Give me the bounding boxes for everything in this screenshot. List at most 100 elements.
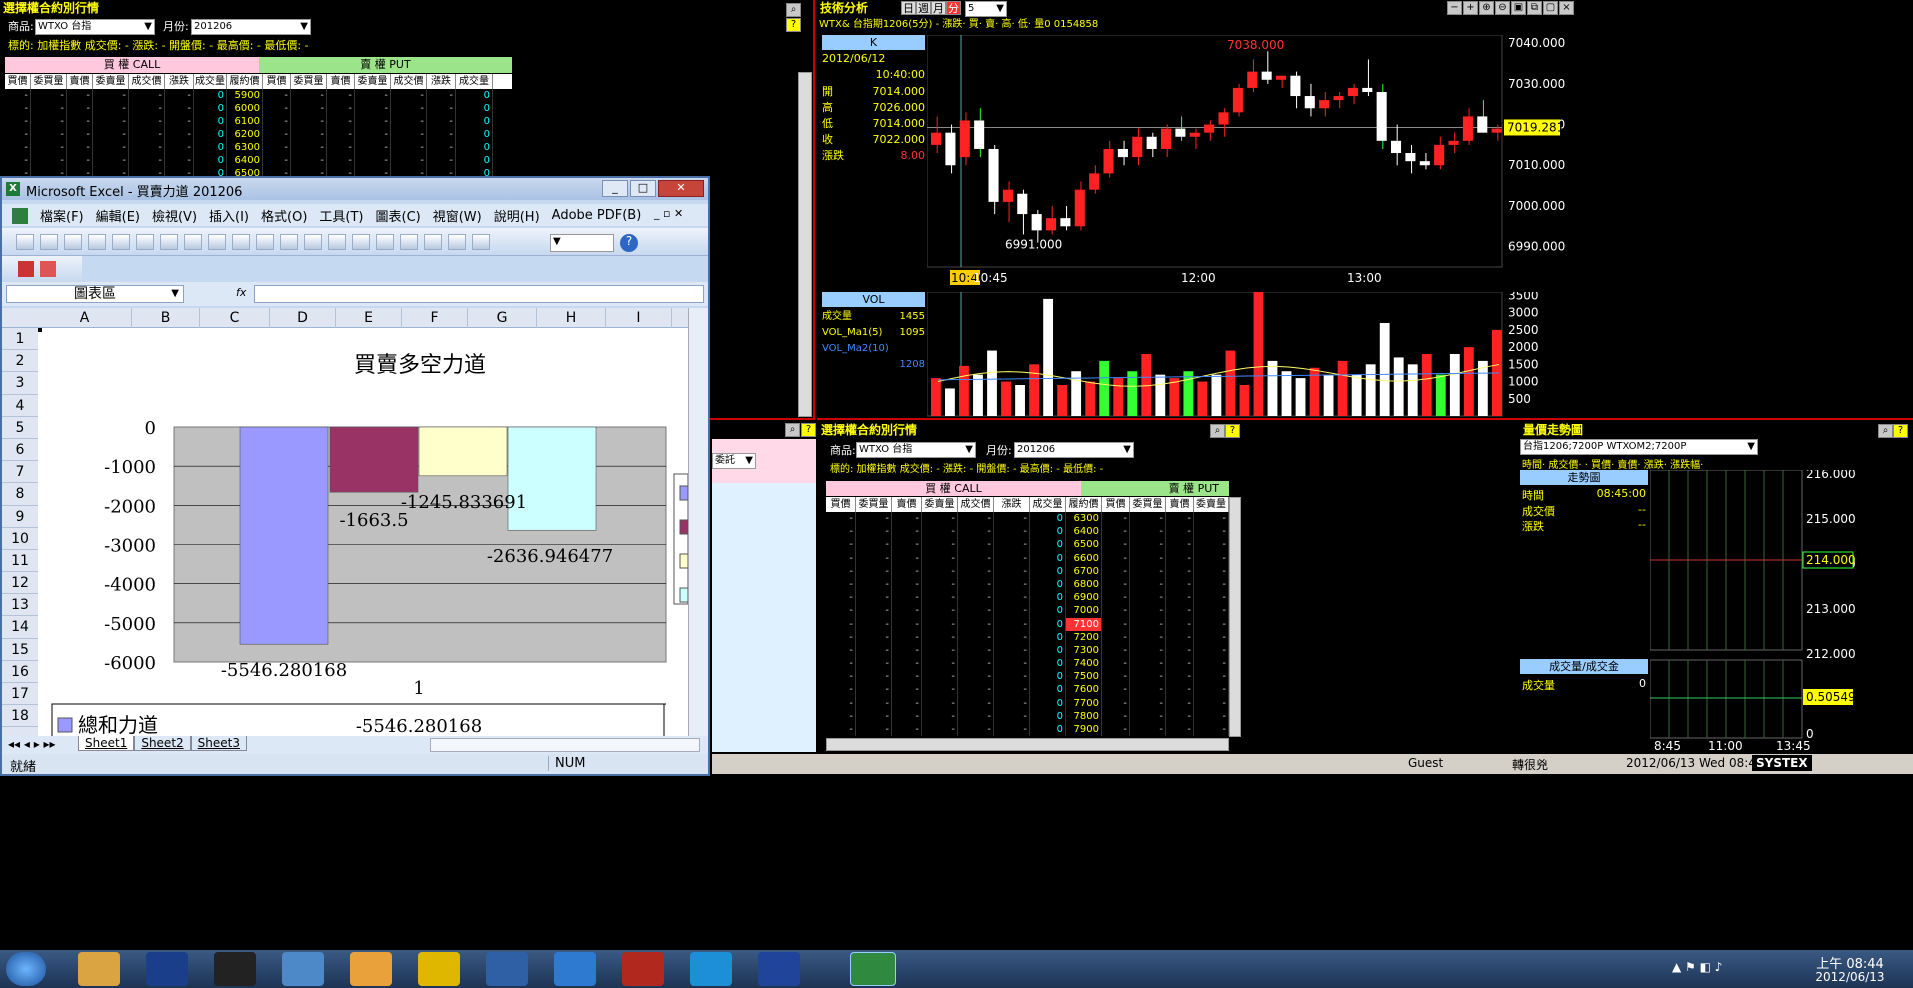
tray-icons[interactable]: ▲ ⚑ ◧ ♪ <box>1672 960 1722 974</box>
taskbar-app-1[interactable] <box>78 952 120 986</box>
taskbar-app-5[interactable] <box>350 952 392 986</box>
excel-title: Microsoft Excel - 買賣力道 201206 <box>26 185 243 200</box>
excel-taskbar-icon[interactable] <box>850 952 896 986</box>
taskbar-app-4[interactable] <box>282 952 324 986</box>
trend-chart[interactable]: 216.000215.000214.000213.000212.000214.0… <box>1650 470 1912 752</box>
table-cell: - <box>892 657 922 671</box>
period-tab-0[interactable]: 日 <box>901 1 916 15</box>
horizontal-scrollbar[interactable] <box>826 738 1229 751</box>
close-icon[interactable]: × <box>1559 1 1574 15</box>
spell-icon[interactable] <box>160 234 178 250</box>
menu-item-1[interactable]: 編輯(E) <box>90 206 146 225</box>
preview-icon[interactable] <box>136 234 154 250</box>
help-icon[interactable]: ? <box>786 18 801 32</box>
name-box[interactable]: 圖表區 ▼ <box>6 285 184 303</box>
sum-icon[interactable] <box>376 234 394 250</box>
plus-icon[interactable]: + <box>1463 1 1478 15</box>
search-icon[interactable]: ⌕ <box>1210 424 1225 438</box>
vertical-scrollbar[interactable] <box>1229 497 1241 737</box>
horizontal-scrollbar[interactable] <box>430 738 700 752</box>
zoom-select[interactable]: ▼ <box>550 234 614 252</box>
taskbar-app-7[interactable] <box>486 952 528 986</box>
help-icon[interactable]: ? <box>1893 424 1908 438</box>
period-tab-3[interactable]: 分 <box>946 1 961 15</box>
month-select[interactable]: 201206 ▼ <box>191 19 311 35</box>
save-icon[interactable] <box>64 234 82 250</box>
product-select[interactable]: WTXO 台指 ▼ <box>35 19 155 35</box>
hyperlink-icon[interactable] <box>352 234 370 250</box>
redo-icon[interactable] <box>328 234 346 250</box>
save-icon[interactable]: ▣ <box>1511 1 1526 15</box>
menu-item-5[interactable]: 工具(T) <box>313 206 369 225</box>
search-icon[interactable]: ⌕ <box>786 3 801 17</box>
menu-item-6[interactable]: 圖表(C) <box>370 206 427 225</box>
search-icon[interactable]: ⌕ <box>1878 424 1893 438</box>
sort-asc-icon[interactable] <box>400 234 418 250</box>
excel-bar-chart[interactable]: 買賣多空力道 0 -1000 -2000 -3000 -4000 -5000 -6000 -55… <box>38 328 688 736</box>
paste-icon[interactable] <box>256 234 274 250</box>
drawing-icon[interactable] <box>472 234 490 250</box>
undo-icon[interactable] <box>304 234 322 250</box>
format-painter-icon[interactable] <box>280 234 298 250</box>
taskbar-app-6[interactable] <box>418 952 460 986</box>
menu-item-7[interactable]: 視窗(W) <box>427 206 488 225</box>
menu-item-3[interactable]: 插入(I) <box>203 206 255 225</box>
table-cell: - <box>958 617 994 631</box>
menu-item-9[interactable]: Adobe PDF(B) <box>546 208 648 223</box>
taskbar-app-3[interactable] <box>214 952 256 986</box>
sheet-tab-2[interactable]: Sheet2 <box>134 736 191 751</box>
table-cell: - <box>1166 617 1194 631</box>
month-select[interactable]: 201206 ▼ <box>1014 442 1134 458</box>
start-button[interactable] <box>6 952 46 986</box>
taskbar-app-10[interactable] <box>690 952 732 986</box>
open-icon[interactable] <box>40 234 58 250</box>
product-select[interactable]: WTXO 台指 ▼ <box>856 442 976 458</box>
help-icon[interactable]: ? <box>801 423 816 437</box>
taskbar-app-2[interactable] <box>146 952 188 986</box>
minimize-button[interactable]: _ <box>602 180 628 197</box>
taskbar-app-9[interactable] <box>622 952 664 986</box>
sheet-nav-arrows[interactable]: ◂◂ ◂ ▸ ▸▸ <box>8 737 56 751</box>
order-select[interactable]: 委託 ▼ <box>712 453 756 469</box>
contract-select[interactable]: 台指1206;7200P WTXOM2;7200P ▼ <box>1520 439 1758 455</box>
maximize-button[interactable]: □ <box>630 180 656 197</box>
help-icon[interactable]: ? <box>620 234 638 252</box>
restore-icon[interactable]: ▢ <box>1543 1 1558 15</box>
candlestick-chart[interactable]: 7040.0007030.0007020.0007010.0007000.000… <box>927 35 1903 289</box>
cut-icon[interactable] <box>208 234 226 250</box>
permission-icon[interactable] <box>88 234 106 250</box>
close-button[interactable]: ✕ <box>658 180 704 197</box>
print-icon[interactable] <box>112 234 130 250</box>
left-scrollbar[interactable] <box>798 72 812 417</box>
period-tab-1[interactable]: 週 <box>916 1 931 15</box>
menu-item-0[interactable]: 檔案(F) <box>34 206 90 225</box>
chart-wizard-icon[interactable] <box>448 234 466 250</box>
copy-icon[interactable] <box>232 234 250 250</box>
new-icon[interactable] <box>16 234 34 250</box>
pdf-icon[interactable] <box>18 261 34 277</box>
zoom-out-icon[interactable]: ⊖ <box>1495 1 1510 15</box>
sheet-grid[interactable]: 買賣多空力道 0 -1000 -2000 -3000 -4000 -5000 -6000 -55… <box>38 328 688 736</box>
formula-input[interactable] <box>254 285 704 303</box>
research-icon[interactable] <box>184 234 202 250</box>
sheet-tab-3[interactable]: Sheet3 <box>190 736 247 751</box>
vertical-scrollbar[interactable] <box>688 308 708 736</box>
search-icon[interactable]: ⌕ <box>785 423 800 437</box>
vol-button[interactable]: 成交量/成交金 <box>1520 659 1648 674</box>
menu-item-4[interactable]: 格式(O) <box>255 206 313 225</box>
table-cell: - <box>1130 630 1166 644</box>
help-icon[interactable]: ? <box>1225 424 1240 438</box>
sheet-tab-1[interactable]: Sheet1 <box>78 736 135 751</box>
pdf-email-icon[interactable] <box>40 261 56 277</box>
sort-desc-icon[interactable] <box>424 234 442 250</box>
doc-window-controls[interactable]: _ ▫ ✕ <box>654 207 683 220</box>
zoom-in-icon[interactable]: ⊕ <box>1479 1 1494 15</box>
minus-icon[interactable]: − <box>1447 1 1462 15</box>
taskbar-app-11[interactable] <box>758 952 800 986</box>
volume-chart[interactable]: 3500 3000 2500 2000 1500 1000 500 <box>927 292 1903 418</box>
menu-item-2[interactable]: 檢視(V) <box>146 206 203 225</box>
period-tab-2[interactable]: 月 <box>931 1 946 15</box>
menu-item-8[interactable]: 說明(H) <box>488 206 546 225</box>
copy-icon[interactable]: ⧉ <box>1527 1 1542 15</box>
ie-icon[interactable] <box>554 952 596 986</box>
